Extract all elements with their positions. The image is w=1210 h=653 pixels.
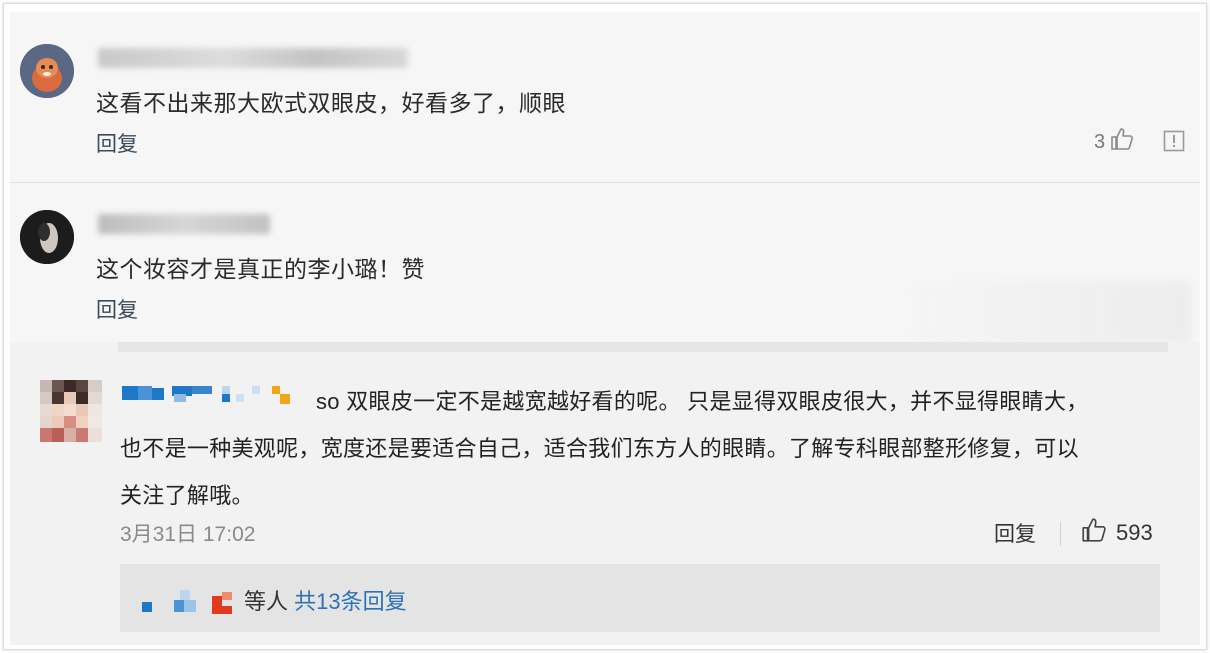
comment-text: 这看不出来那大欧式双眼皮，好看多了，顺眼 bbox=[96, 90, 566, 116]
report-icon[interactable] bbox=[1163, 130, 1185, 152]
comment-text: 这个妆容才是真正的李小璐！赞 bbox=[96, 256, 425, 282]
comment-item: 这看不出来那大欧式双眼皮，好看多了，顺眼 回复 3 bbox=[10, 12, 1200, 182]
comment-line: 也不是一种美观呢，宽度还是要适合自己，适合我们东方人的眼睛。了解专科眼部整形修复… bbox=[120, 436, 1079, 461]
thumbs-up-icon bbox=[1109, 126, 1135, 158]
pixelated-reply-avatars bbox=[142, 590, 232, 614]
like-count: 593 bbox=[1116, 520, 1153, 545]
user-avatar[interactable] bbox=[20, 210, 74, 264]
comment-thread-card: 这看不出来那大欧式双眼皮，好看多了，顺眼 回复 3 这个妆容才是真正的李小璐！赞… bbox=[3, 3, 1207, 650]
divider bbox=[1060, 522, 1061, 546]
blurred-username bbox=[98, 48, 408, 68]
like-count: 3 bbox=[1094, 130, 1106, 153]
divider bbox=[118, 342, 1168, 352]
reply-button[interactable]: 回复 bbox=[994, 518, 1036, 548]
pixelated-avatar[interactable] bbox=[40, 380, 102, 442]
timestamp: 3月31日 17:02 bbox=[120, 523, 256, 546]
reply-link[interactable]: 回复 bbox=[96, 128, 138, 158]
comment-line: so 双眼皮一定不是越宽越好看的呢。 只是显得双眼皮很大，并不显得眼睛大， bbox=[316, 389, 1089, 414]
blurred-watermark bbox=[900, 282, 1190, 342]
view-replies-link[interactable]: 共13条回复 bbox=[294, 589, 406, 614]
sub-replies-bar[interactable]: 等人 共13条回复 bbox=[120, 564, 1160, 632]
blurred-username bbox=[98, 214, 270, 234]
user-avatar[interactable] bbox=[20, 44, 74, 98]
reply-link[interactable]: 回复 bbox=[96, 294, 138, 324]
sub-reply-prefix: 等人 bbox=[244, 589, 289, 614]
divider bbox=[10, 182, 1200, 183]
like-button[interactable]: 593 bbox=[1080, 516, 1153, 550]
comment-body: so 双眼皮一定不是越宽越好看的呢。 只是显得双眼皮很大，并不显得眼睛大， 也不… bbox=[120, 378, 1170, 519]
thumbs-up-icon bbox=[1080, 516, 1108, 550]
highlighted-comment: so 双眼皮一定不是越宽越好看的呢。 只是显得双眼皮很大，并不显得眼睛大， 也不… bbox=[10, 342, 1200, 645]
comment-line: 关注了解哦。 bbox=[120, 483, 254, 508]
previous-comments: 这看不出来那大欧式双眼皮，好看多了，顺眼 回复 3 这个妆容才是真正的李小璐！赞… bbox=[10, 12, 1200, 342]
like-button[interactable]: 3 bbox=[1094, 126, 1135, 158]
